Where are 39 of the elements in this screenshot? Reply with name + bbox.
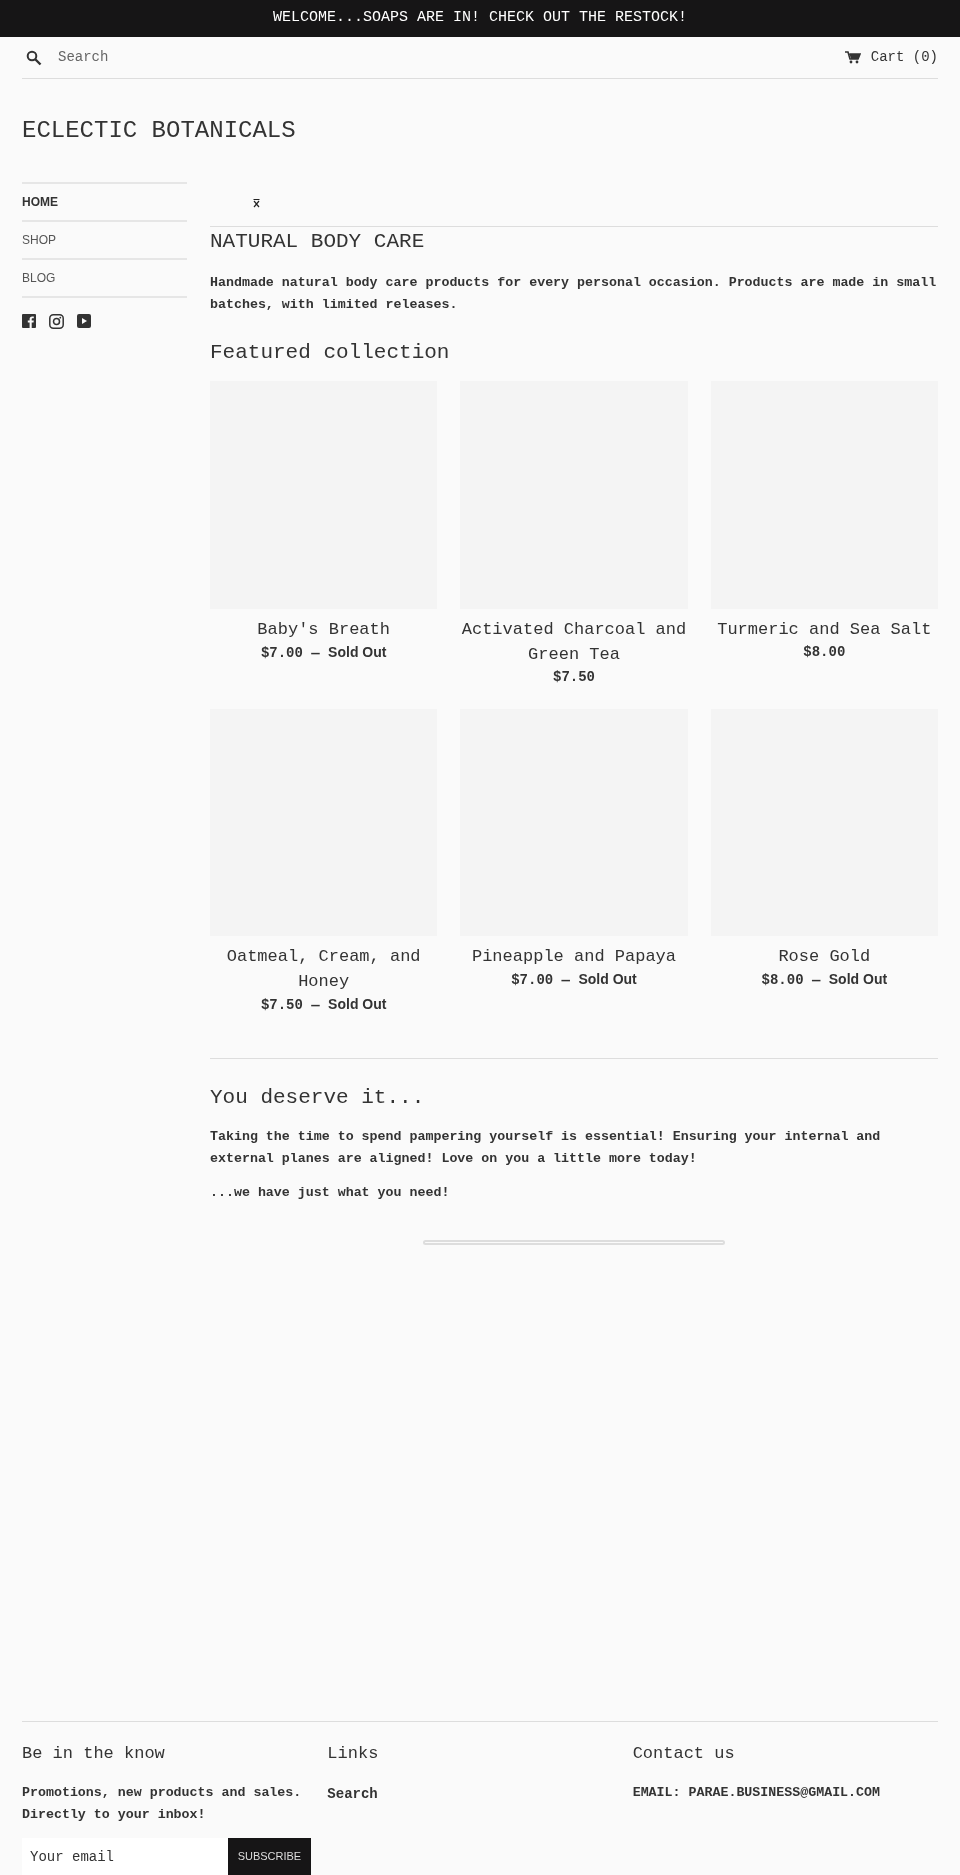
nav-link[interactable]: SHOP — [22, 221, 187, 260]
product-name[interactable]: Pineapple and Papaya — [460, 943, 688, 969]
cart-icon — [844, 51, 861, 64]
section-heading: Featured collection — [210, 340, 451, 366]
product-name[interactable]: Turmeric and Sea Salt — [710, 616, 938, 642]
product-name[interactable]: Activated Charcoal and Green Tea — [460, 616, 688, 667]
subscribe-button[interactable]: SUBSCRIBE — [227, 1838, 312, 1875]
story-text: ...we have just what you need! — [210, 1184, 451, 1202]
product-price: $7.50 — [552, 667, 596, 687]
product-price: $7.50 — Sold Out — [259, 994, 388, 1015]
facebook-icon[interactable] — [22, 313, 36, 328]
footer-text: EMAIL: PARAE.BUSINESS@GMAIL.COM — [632, 1784, 882, 1802]
section-heading: NATURAL BODY CARE — [210, 228, 426, 254]
product-name[interactable]: Baby's Breath — [210, 616, 438, 642]
store-logo[interactable]: ECLECTIC BOTANICALS — [22, 117, 938, 146]
instagram-icon[interactable] — [49, 313, 64, 329]
announcement-text: WELCOME...SOAPS ARE IN! CHECK OUT THE RESTOCK! — [272, 8, 688, 29]
footer-text: Promotions, new products and sales. Directly to your inbox! — [22, 1784, 303, 1824]
product-name[interactable]: Oatmeal, Cream, and Honey — [210, 943, 438, 994]
youtube-icon[interactable] — [77, 313, 91, 328]
product-price: $7.00 — Sold Out — [259, 642, 388, 663]
story-text: Taking the time to spend pampering yourself is essential! Ensuring your internal and external planes are aligned! Love on you a little more today! — [210, 1128, 882, 1168]
product-name[interactable]: Rose Gold — [710, 943, 938, 969]
section-heading: You deserve it... — [210, 1084, 426, 1110]
product-price: $7.00 — Sold Out — [510, 969, 638, 990]
footer-heading: Be in the know — [22, 1743, 166, 1764]
search-field[interactable]: Search — [58, 47, 358, 68]
nav-link[interactable]: BLOG — [22, 259, 187, 298]
product-price: $8.00 — [802, 642, 847, 662]
search-icon[interactable] — [26, 49, 42, 66]
email-field[interactable]: Your email — [22, 1838, 228, 1875]
intro-text: Handmade natural body care products for every personal occasion. Products are made in small batches, with limited releases. — [210, 274, 938, 314]
nav-link[interactable]: HOME — [22, 183, 187, 222]
broken-image-icon — [253, 199, 260, 209]
cart-link[interactable]: Cart (0) — [844, 47, 938, 68]
footer-heading: Contact us — [632, 1743, 736, 1764]
product-price: $8.00 — Sold Out — [760, 969, 889, 990]
footer-link[interactable]: Search — [327, 1786, 378, 1802]
footer-heading: Links — [327, 1743, 380, 1764]
